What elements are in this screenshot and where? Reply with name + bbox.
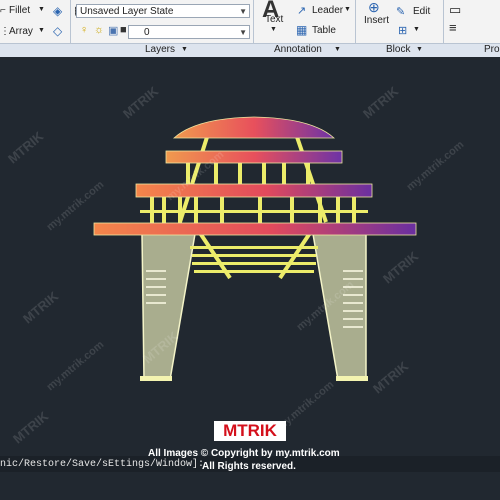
roof — [172, 116, 336, 139]
upper-deck — [165, 150, 343, 164]
mtrik-logo: MTRIK — [214, 421, 286, 441]
copyright-line-1: All Images © Copyright by my.mtrik.com — [148, 448, 340, 459]
copyright-line-2: All Rights reserved. — [202, 461, 296, 472]
left-pillar-base — [140, 376, 172, 381]
lower-deck — [93, 222, 417, 236]
mtrik-logo-text: MTRIK — [223, 421, 277, 440]
right-pillar-base — [336, 376, 368, 381]
command-line-text: nic/Restore/Save/sEttings/Window]: — [0, 459, 205, 470]
